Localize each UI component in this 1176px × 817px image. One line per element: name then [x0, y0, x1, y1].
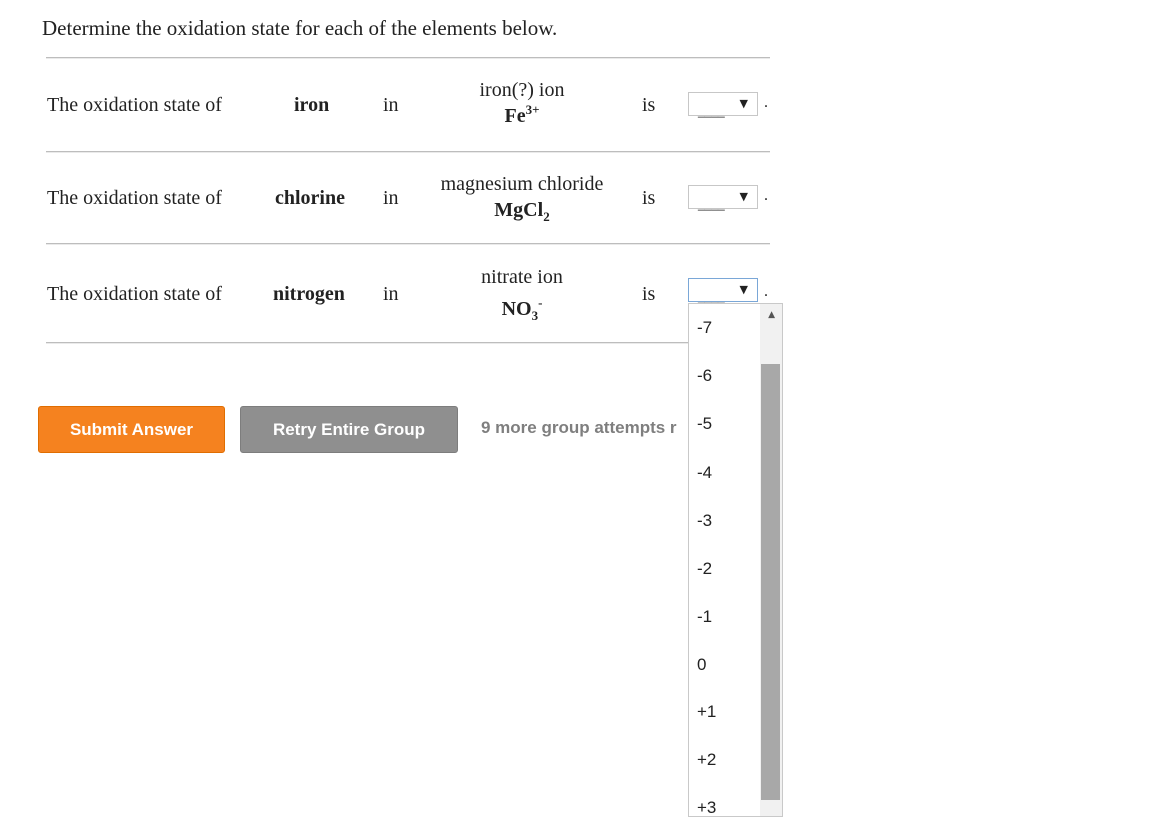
divider	[46, 57, 770, 58]
oxidation-state-select-chlorine[interactable]: ____ ▼	[688, 185, 758, 210]
dropdown-option[interactable]: -2	[697, 559, 712, 579]
in-word: in	[383, 94, 399, 116]
dropdown-option[interactable]: +3	[697, 798, 716, 816]
row-lead-text: The oxidation state of	[47, 283, 222, 305]
divider	[46, 151, 770, 152]
compound: nitrate ion NO3-	[422, 265, 622, 323]
is-word: is	[642, 187, 656, 209]
question-row-iron: The oxidation state of iron in iron(?) i…	[0, 78, 800, 168]
dropdown-option[interactable]: -1	[697, 607, 712, 627]
period: .	[764, 283, 768, 300]
dropdown-option[interactable]: 0	[697, 655, 706, 675]
compound-formula: MgCl2	[494, 199, 550, 224]
dropdown-arrow-icon: ▼	[739, 283, 748, 296]
period: .	[764, 94, 768, 111]
row-lead-text: The oxidation state of	[47, 94, 222, 116]
period: .	[764, 187, 768, 204]
oxidation-state-select-nitrogen[interactable]: ____ ▼	[688, 278, 758, 303]
dropdown-option[interactable]: -3	[697, 511, 712, 531]
dropdown-option[interactable]: +2	[697, 750, 716, 770]
scrollbar-thumb[interactable]	[761, 364, 780, 800]
in-word: in	[383, 283, 399, 305]
divider	[46, 243, 770, 244]
oxidation-state-select-iron[interactable]: ____ ▼	[688, 92, 758, 117]
dropdown-option[interactable]: -4	[697, 463, 712, 483]
scroll-up-arrow-icon[interactable]: ▲	[768, 310, 775, 320]
dropdown-option[interactable]: -6	[697, 366, 712, 386]
retry-entire-group-button[interactable]: Retry Entire Group	[240, 406, 458, 453]
is-word: is	[642, 283, 656, 305]
element-name: iron	[294, 94, 330, 116]
compound-name: magnesium chloride	[440, 173, 604, 195]
element-name: nitrogen	[273, 283, 345, 305]
compound-name: nitrate ion	[481, 266, 563, 288]
divider	[46, 342, 770, 343]
dropdown-arrow-icon: ▼	[739, 97, 748, 110]
attempts-remaining-text: 9 more group attempts r	[481, 418, 677, 437]
dropdown-arrow-icon: ▼	[739, 190, 748, 203]
compound: magnesium chloride MgCl2	[422, 172, 622, 224]
compound-formula: Fe3+	[504, 102, 540, 127]
in-word: in	[383, 187, 399, 209]
scrollbar[interactable]: ▲	[760, 304, 782, 816]
question-row-chlorine: The oxidation state of chlorine in magne…	[0, 172, 800, 262]
element-name: chlorine	[275, 187, 345, 209]
is-word: is	[642, 94, 656, 116]
dropdown-option[interactable]: -7	[697, 318, 712, 338]
dropdown-option[interactable]: -5	[697, 414, 712, 434]
row-lead-text: The oxidation state of	[47, 187, 222, 209]
submit-answer-button[interactable]: Submit Answer	[38, 406, 225, 453]
compound-formula: NO3-	[501, 295, 543, 323]
instructions: Determine the oxidation state for each o…	[42, 16, 558, 40]
compound: iron(?) ion Fe3+	[422, 78, 622, 128]
compound-name: iron(?) ion	[479, 79, 565, 101]
oxidation-state-dropdown-list[interactable]: -7 -6 -5 -4 -3 -2 -1 0 +1 +2 +3 ▲	[688, 303, 783, 817]
dropdown-option[interactable]: +1	[697, 702, 716, 722]
